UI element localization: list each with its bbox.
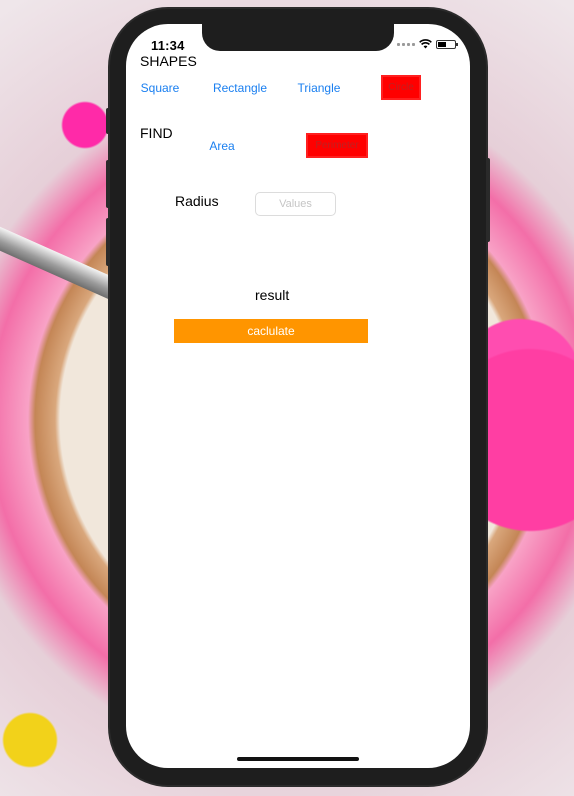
volume-up-button — [106, 160, 110, 208]
volume-down-button — [106, 218, 110, 266]
app-screen: 11:34 SHAPES Square Rectangle Triangle C… — [126, 24, 470, 768]
result-label: result — [255, 287, 290, 303]
home-indicator[interactable] — [237, 757, 359, 761]
tab-rectangle[interactable]: Rectangle — [210, 81, 270, 95]
notch — [202, 24, 394, 51]
tab-area[interactable]: Area — [208, 139, 236, 153]
tab-circle[interactable]: Circle — [381, 75, 421, 100]
power-button — [486, 158, 490, 242]
values-input[interactable] — [255, 192, 336, 216]
calculate-button[interactable]: caclulate — [174, 319, 368, 343]
tab-square[interactable]: Square — [139, 81, 181, 95]
battery-level — [438, 41, 446, 47]
wifi-icon — [419, 39, 432, 49]
find-title: FIND — [140, 125, 173, 141]
tab-triangle[interactable]: Triangle — [295, 81, 343, 95]
cellular-signal-icon — [397, 42, 415, 46]
mute-switch — [106, 108, 110, 134]
radius-label: Radius — [175, 193, 219, 209]
status-time: 11:34 — [151, 38, 185, 53]
status-icons — [397, 38, 458, 50]
tab-perimeter[interactable]: Perimeter — [306, 133, 368, 158]
battery-icon — [436, 39, 458, 49]
shapes-title: SHAPES — [140, 53, 197, 69]
